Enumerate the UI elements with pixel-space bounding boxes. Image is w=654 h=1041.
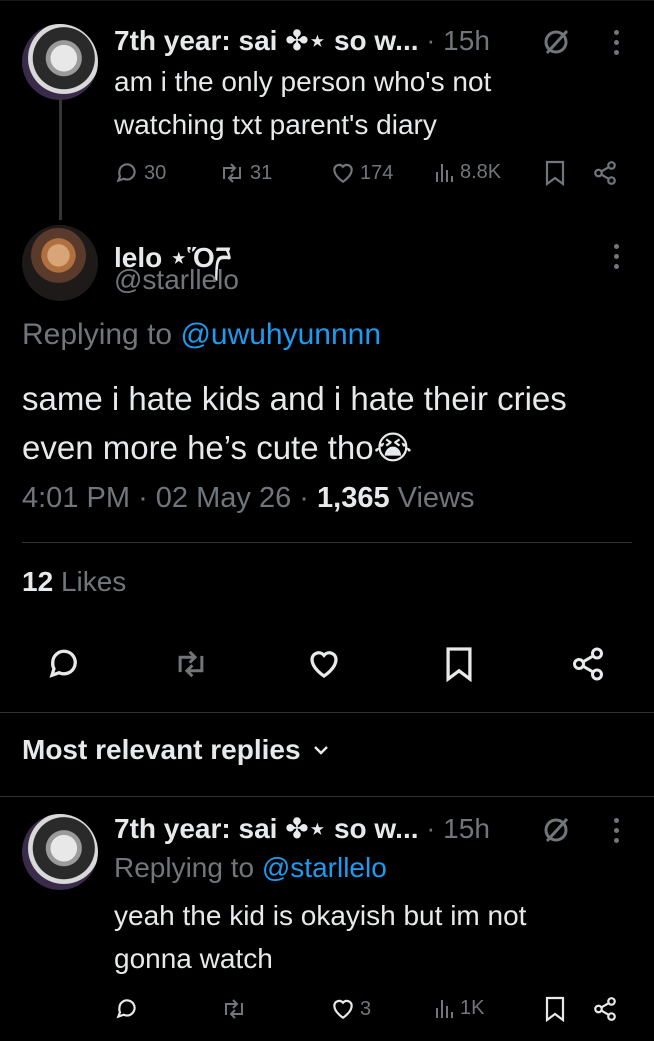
chevron-down-icon [313,746,328,755]
like-count: 174 [360,161,394,184]
views-label: Views [397,482,475,514]
divider [22,542,632,543]
like-button[interactable] [306,646,342,682]
replies-header: Most relevant replies [22,734,301,765]
reply-icon [49,649,77,678]
bookmark-icon [446,647,472,682]
reply-button[interactable] [114,996,144,1022]
retweet-button[interactable] [172,646,210,682]
share-button[interactable] [570,646,606,682]
tweet-text: yeah the kid is okayish but im not gonna… [114,900,527,974]
share-icon[interactable] [592,996,618,1022]
dot-separator: · [299,482,309,514]
grok-icon[interactable] [541,26,573,63]
parent-tweet-header: 7th year: sai ✤⋆ so w... · 15h [114,24,490,57]
dot-separator: · [426,25,436,55]
heart-icon [333,163,353,183]
heart-icon [310,651,338,678]
views-count: 1,365 [317,482,390,514]
top-divider [0,0,654,1]
replying-to-link[interactable]: @starllelo [262,852,387,883]
avatar[interactable] [22,814,98,890]
tweet-time[interactable]: 4:01 PM [22,482,130,514]
replying-label: Replying to [22,318,173,351]
views-count: 8.8K [460,160,502,183]
reply-count: 30 [144,161,167,184]
retweet-icon [225,999,243,1019]
tweet-text: same i hate kids and i hate their cries … [22,380,567,466]
views-icon [436,164,453,182]
tweet-date[interactable]: 02 May 26 [156,482,291,514]
display-name[interactable]: 7th year: sai ✤⋆ so w... [114,812,419,845]
views-button[interactable]: 8.8K [434,160,501,184]
timestamp[interactable]: 15h [443,25,490,57]
share-icon[interactable] [592,160,618,186]
more-options-icon[interactable] [612,818,620,843]
reply-icon [116,163,136,183]
reply-icon [116,999,136,1019]
divider [0,712,654,713]
views-button[interactable]: 1K [434,996,484,1020]
likes-count: 12 [22,566,54,597]
replying-label: Replying to [114,852,255,883]
tweet-meta: 4:01 PM · 02 May 26 · 1,365 Views [22,482,475,515]
tweet-text: am i the only person who's not watching … [114,66,492,140]
retweet-icon [178,650,204,678]
likes-label: Likes [60,566,127,597]
bookmark-icon[interactable] [544,160,566,186]
dot-separator: · [426,813,436,843]
replying-to-line: Replying to @starllelo [114,852,387,884]
views-count: 1K [460,996,485,1019]
reply-button[interactable] [46,646,82,682]
retweet-button[interactable]: 31 [218,160,272,186]
like-button[interactable]: 174 [330,160,393,186]
dot-separator: · [138,482,148,514]
bookmark-button[interactable] [444,646,474,682]
replying-to-link[interactable]: @uwuhyunnnn [180,318,381,351]
more-options-icon[interactable] [612,30,620,55]
retweet-button[interactable] [220,996,252,1022]
likes-summary[interactable]: 12 Likes [22,566,126,598]
divider [0,796,654,797]
views-icon [436,1000,453,1018]
like-count: 3 [360,997,372,1020]
like-button[interactable]: 3 [330,996,371,1022]
share-icon [573,647,603,681]
reply-tweet-header: 7th year: sai ✤⋆ so w... · 15h [114,812,490,845]
reply-button[interactable]: 30 [114,160,166,186]
avatar[interactable] [22,225,98,301]
bookmark-icon[interactable] [544,996,566,1022]
avatar[interactable] [22,24,98,100]
heart-icon [333,999,353,1019]
replying-to-line: Replying to @uwuhyunnnn [22,318,381,352]
retweet-count: 31 [250,161,273,184]
timestamp[interactable]: 15h [443,813,490,845]
thread-line [59,98,62,220]
retweet-icon [223,163,241,183]
more-options-icon[interactable] [612,244,620,269]
replies-sort-dropdown[interactable]: Most relevant replies [22,734,329,766]
grok-icon[interactable] [541,814,573,851]
handle[interactable]: @starllelo [114,264,239,296]
display-name[interactable]: 7th year: sai ✤⋆ so w... [114,24,419,57]
